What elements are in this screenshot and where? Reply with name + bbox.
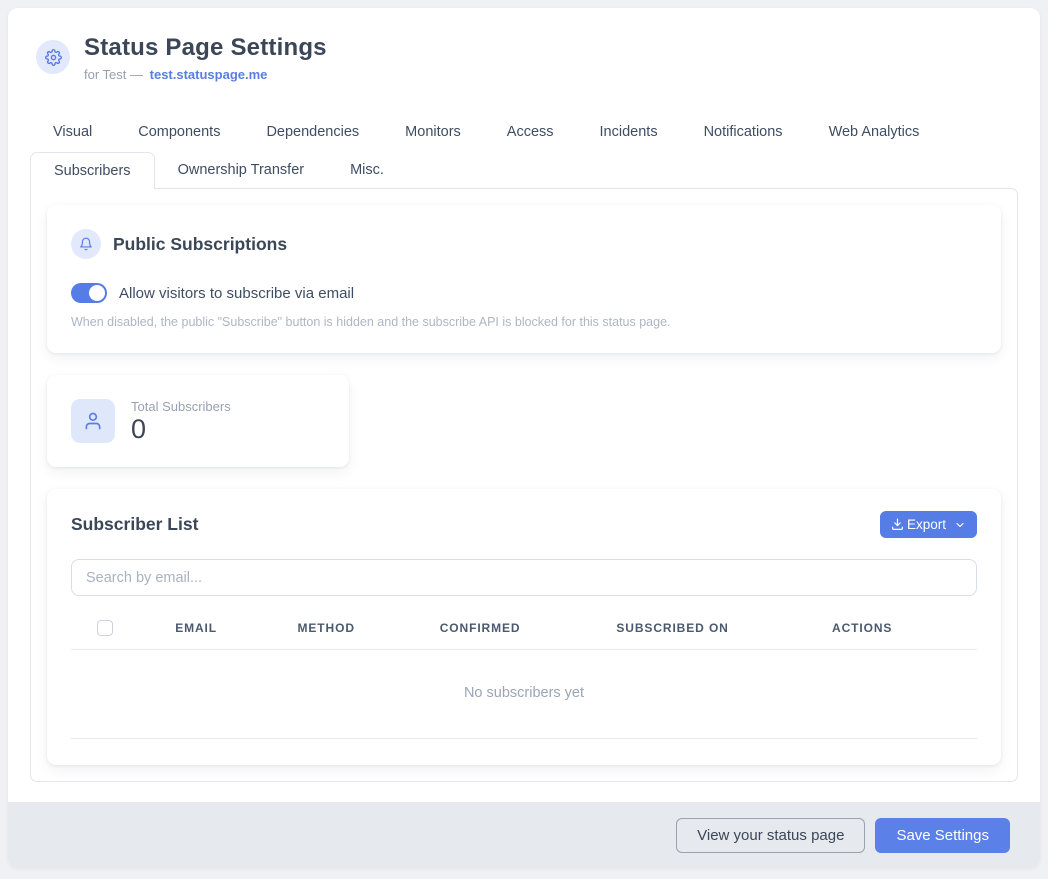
- settings-footer: View your status page Save Settings: [8, 802, 1040, 868]
- public-subscriptions-title: Public Subscriptions: [113, 234, 287, 255]
- tab-incidents[interactable]: Incidents: [577, 116, 681, 148]
- total-subscribers-label: Total Subscribers: [131, 399, 231, 414]
- empty-state-text: No subscribers yet: [71, 650, 977, 739]
- tab-misc[interactable]: Misc.: [327, 152, 407, 189]
- total-subscribers-value: 0: [131, 416, 231, 443]
- column-header-method: Method: [297, 621, 439, 635]
- export-button[interactable]: Export: [880, 511, 977, 538]
- column-header-subscribed-on: Subscribed On: [616, 621, 832, 635]
- subscribers-tab-panel: Public Subscriptions Allow visitors to s…: [30, 188, 1018, 782]
- gear-icon: [36, 40, 70, 74]
- card-body: Status Page Settings for Test — test.sta…: [8, 8, 1040, 802]
- column-header-confirmed: Confirmed: [440, 621, 617, 635]
- download-icon: [891, 518, 904, 531]
- page-subtitle: for Test — test.statuspage.me: [84, 67, 327, 82]
- column-header-email: Email: [175, 621, 297, 635]
- tab-ownership-transfer[interactable]: Ownership Transfer: [155, 152, 328, 189]
- subscriber-list-header: Subscriber List Export: [71, 511, 977, 538]
- tab-subscribers[interactable]: Subscribers: [30, 152, 155, 190]
- subtitle-prefix: for Test —: [84, 67, 143, 82]
- subscriber-table-header: Email Method Confirmed Subscribed On Act…: [71, 620, 977, 650]
- total-subscribers-card: Total Subscribers 0: [47, 375, 349, 467]
- tab-visual[interactable]: Visual: [30, 116, 115, 148]
- subscribe-toggle-row: Allow visitors to subscribe via email: [71, 283, 977, 303]
- column-header-actions: Actions: [832, 621, 977, 635]
- tab-components[interactable]: Components: [115, 116, 243, 148]
- toggle-knob: [89, 285, 105, 301]
- tab-notifications[interactable]: Notifications: [681, 116, 806, 148]
- header-text: Status Page Settings for Test — test.sta…: [84, 34, 327, 82]
- chevron-down-icon: [954, 519, 966, 531]
- subscriber-list-title: Subscriber List: [71, 514, 198, 535]
- page-header: Status Page Settings for Test — test.sta…: [30, 34, 1018, 82]
- stat-text: Total Subscribers 0: [131, 399, 231, 443]
- subscriber-list-card: Subscriber List Export Email: [47, 489, 1001, 765]
- tabs-row-1: Visual Components Dependencies Monitors …: [30, 116, 1018, 148]
- view-status-page-button[interactable]: View your status page: [676, 818, 865, 853]
- tab-access[interactable]: Access: [484, 116, 577, 148]
- user-icon: [71, 399, 115, 443]
- export-button-label: Export: [907, 517, 946, 532]
- tab-dependencies[interactable]: Dependencies: [243, 116, 382, 148]
- public-subscriptions-header: Public Subscriptions: [71, 229, 977, 259]
- tab-web-analytics[interactable]: Web Analytics: [806, 116, 943, 148]
- select-all-checkbox[interactable]: [97, 620, 113, 636]
- bell-icon: [71, 229, 101, 259]
- status-page-link[interactable]: test.statuspage.me: [150, 67, 268, 82]
- public-subscriptions-card: Public Subscriptions Allow visitors to s…: [47, 205, 1001, 353]
- tab-monitors[interactable]: Monitors: [382, 116, 484, 148]
- allow-subscribe-toggle[interactable]: [71, 283, 107, 303]
- status-page-settings-card: Status Page Settings for Test — test.sta…: [8, 8, 1040, 868]
- tabs-row-2: Subscribers Ownership Transfer Misc.: [30, 152, 1018, 189]
- toggle-label: Allow visitors to subscribe via email: [119, 285, 354, 302]
- page-title: Status Page Settings: [84, 34, 327, 62]
- subscribe-helper-text: When disabled, the public "Subscribe" bu…: [71, 315, 977, 329]
- search-input[interactable]: [71, 559, 977, 596]
- save-settings-button[interactable]: Save Settings: [875, 818, 1010, 853]
